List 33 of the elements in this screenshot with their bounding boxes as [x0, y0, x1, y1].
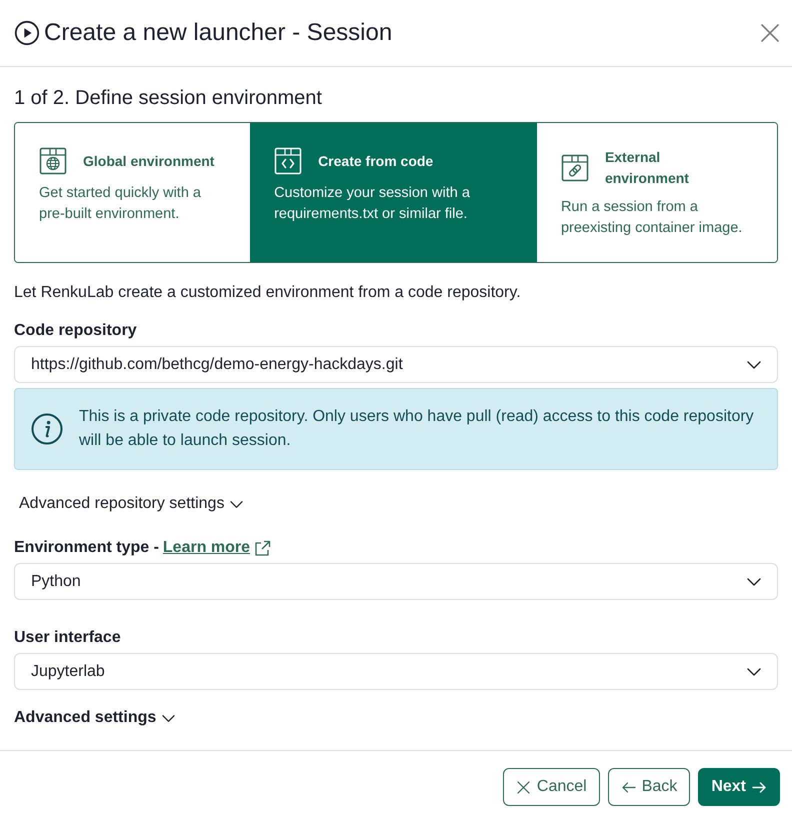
- option-description: Get started quickly with a pre-built environment.: [39, 184, 202, 224]
- option-description: Run a session from a preexisting container image.: [560, 198, 744, 238]
- external-link-icon[interactable]: [254, 540, 272, 556]
- left-arrow-icon: [620, 780, 636, 794]
- user-interface-select[interactable]: Jupyterlab: [14, 653, 778, 690]
- box-link-icon: [560, 154, 589, 182]
- field-label: Environment type -: [14, 538, 159, 558]
- info-icon: [31, 413, 63, 445]
- close-icon[interactable]: [761, 24, 779, 42]
- field-label: User interface: [14, 628, 122, 648]
- dialog-title: Create a new launcher - Session: [44, 18, 392, 48]
- cancel-button[interactable]: Cancel: [502, 768, 600, 806]
- step-title: 1 of 2. Define session environment: [14, 86, 323, 110]
- alert-message: This is a private code repository. Only users who have pull (read) access to this code repository will be able to launch session.: [79, 407, 755, 451]
- option-title: Create from code: [318, 152, 434, 170]
- environment-type-select[interactable]: Python: [14, 563, 778, 600]
- right-arrow-icon: [752, 780, 767, 794]
- option-title: Global environment: [83, 152, 214, 170]
- play-circle-icon: [14, 20, 40, 46]
- box-code-icon: [274, 147, 302, 175]
- advanced-repository-settings-toggle[interactable]: Advanced repository settings: [19, 492, 244, 516]
- repository-select[interactable]: https://github.com/bethcg/demo-energy-hackdays.git: [14, 346, 778, 383]
- back-button[interactable]: Back: [608, 768, 690, 806]
- next-button[interactable]: Next: [698, 768, 780, 806]
- environment-option-card[interactable]: Create from code Customize your session with a requirements.txt or similar file.: [250, 123, 537, 262]
- intro-text: Let RenkuLab create a customized environment from a code repository.: [14, 283, 522, 303]
- field-label: Code repository: [14, 321, 138, 341]
- option-description: Customize your session with a requirements.txt or similar file.: [274, 184, 471, 224]
- x-icon: [516, 780, 531, 794]
- box-globe-icon: [39, 147, 67, 175]
- learn-more-link[interactable]: Learn more: [162, 538, 250, 558]
- option-title: External environment: [604, 148, 690, 188]
- advanced-settings-toggle[interactable]: Advanced settings: [14, 708, 176, 728]
